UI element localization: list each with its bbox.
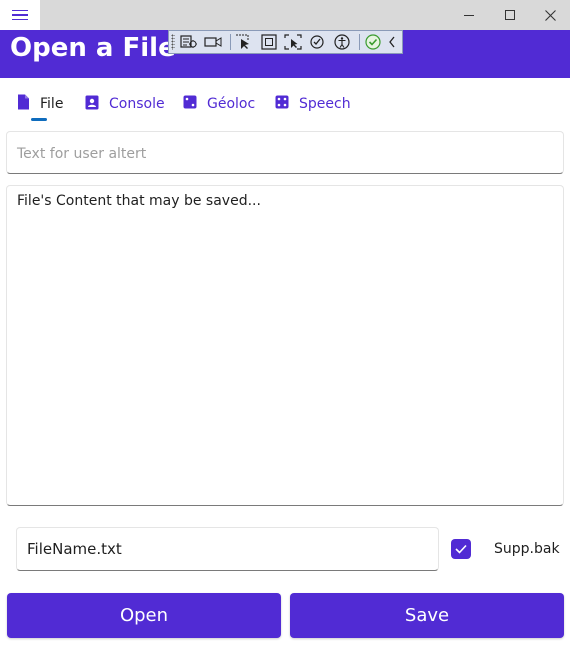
close-icon[interactable] [527,0,570,30]
tab-console[interactable]: Console [85,94,165,114]
binding-failures-icon[interactable] [307,32,327,52]
hamburger-icon[interactable] [0,0,40,30]
minimize-icon[interactable] [446,0,492,30]
tab-geoloc-label: Géoloc [207,96,256,112]
tab-geoloc[interactable]: Géoloc [183,94,255,114]
open-button[interactable]: Open [7,593,281,638]
save-button[interactable]: Save [290,593,564,638]
grip-icon[interactable] [171,34,175,50]
video-icon[interactable] [203,32,223,52]
debug-toolbar [168,30,403,54]
toolbar-separator [230,34,232,50]
page-title: Open a File [10,33,176,63]
tab-selection-indicator [31,118,47,121]
supp-bak-label: Supp.bak [494,541,560,557]
display-layout-adorners-icon[interactable] [259,32,279,52]
live-visual-tree-icon[interactable] [179,32,199,52]
track-focus-icon[interactable] [283,32,303,52]
supp-bak-checkbox[interactable] [451,539,471,559]
dice-four-icon [275,95,289,113]
checkmark-icon [455,544,467,554]
filename-input[interactable]: FileName.txt [16,527,439,571]
file-content-editor[interactable]: File's Content that may be saved... [6,185,564,506]
title-bar [0,0,570,30]
dice-icon [183,95,197,113]
tab-file-label: File [40,96,64,112]
tab-speech-label: Speech [299,96,351,112]
checked-icon[interactable] [363,32,383,52]
contact-icon [85,95,99,114]
collapse-chevron-icon[interactable] [387,32,398,52]
user-alert-input[interactable]: Text for user altert [6,131,564,174]
accessibility-icon[interactable] [331,32,351,52]
tab-console-label: Console [109,96,165,112]
tab-speech[interactable]: Speech [275,94,351,114]
select-element-icon[interactable] [234,32,254,52]
tab-file[interactable]: File [17,94,63,114]
tab-bar: File Console Géoloc Speech [0,84,570,124]
toolbar-separator [358,34,360,50]
file-icon [17,94,30,114]
